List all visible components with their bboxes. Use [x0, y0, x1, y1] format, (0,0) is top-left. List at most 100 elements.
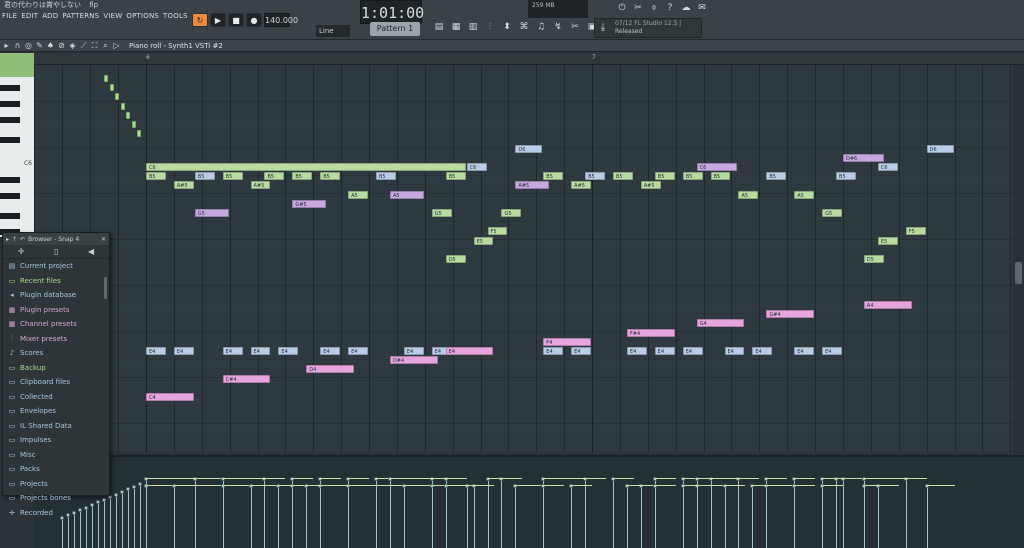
note[interactable]: D6 — [515, 144, 543, 153]
note[interactable]: A4 — [863, 301, 912, 309]
velocity-stem[interactable] — [571, 486, 573, 548]
velocity-handle[interactable] — [126, 487, 130, 492]
velocity-stem[interactable] — [68, 515, 69, 548]
pattern-selector[interactable]: Pattern 1 — [370, 22, 420, 36]
velocity-stem[interactable] — [466, 486, 468, 548]
velocity-stem[interactable] — [752, 486, 754, 548]
velocity-stem[interactable] — [487, 479, 489, 548]
velocity-stem[interactable] — [140, 484, 141, 548]
slide-note[interactable] — [104, 75, 108, 82]
brush-icon[interactable]: ♠ — [46, 41, 55, 50]
snap-selector[interactable]: Line — [316, 25, 350, 37]
browser-item[interactable]: ▭ Impulses — [3, 433, 109, 448]
playback-icon[interactable]: ▷ — [112, 41, 121, 50]
slide-note[interactable] — [137, 130, 141, 138]
slide-note[interactable] — [115, 93, 119, 101]
note[interactable]: B5 — [836, 172, 856, 181]
velocity-stem[interactable] — [473, 486, 475, 548]
note[interactable]: E4 — [822, 347, 842, 355]
scrollbar-thumb[interactable] — [1015, 262, 1022, 284]
black-key[interactable] — [0, 137, 20, 143]
stop-button[interactable]: ■ — [228, 13, 244, 27]
velocity-stem[interactable] — [515, 486, 517, 548]
velocity-stem[interactable] — [222, 479, 224, 548]
note[interactable]: C6 — [696, 163, 738, 171]
velocity-stem[interactable] — [501, 479, 503, 548]
slice-icon[interactable]: ⟋ — [79, 41, 88, 50]
plugin-picker-icon[interactable]: ⬍ — [500, 20, 514, 34]
black-key[interactable] — [0, 85, 20, 91]
browser-item[interactable]: ▭ Misc — [3, 448, 109, 463]
cut-icon[interactable]: ✂ — [632, 2, 644, 14]
note[interactable]: G5 — [431, 209, 452, 217]
power-icon[interactable]: ⏻ — [616, 2, 628, 14]
velocity-stem[interactable] — [431, 486, 433, 548]
download-icon[interactable]: ⤓ — [595, 19, 611, 37]
chat-icon[interactable]: ✉ — [696, 2, 708, 14]
browser-item[interactable]: ▭ Collected — [3, 390, 109, 405]
velocity-stem[interactable] — [250, 486, 252, 548]
note[interactable]: D5 — [445, 255, 466, 263]
note[interactable]: B5 — [146, 172, 166, 181]
cloud-icon[interactable]: ☁ — [680, 2, 692, 14]
browser-item[interactable]: ▭ Envelopes — [3, 404, 109, 419]
note[interactable]: G#4 — [766, 310, 815, 319]
up-icon[interactable]: ↑ — [12, 236, 17, 243]
zoom-icon[interactable]: ⌕ — [101, 41, 110, 50]
note[interactable]: A#5 — [571, 181, 592, 190]
playlist-icon[interactable]: ▤ — [432, 20, 446, 34]
velocity-handle[interactable] — [138, 482, 142, 487]
timeline-ruler[interactable]: 6 7 — [34, 53, 1024, 65]
velocity-stem[interactable] — [654, 486, 656, 548]
browser-scrollbar[interactable] — [104, 277, 107, 299]
velocity-stem[interactable] — [445, 486, 447, 548]
browser-item[interactable]: ▭ Backup — [3, 361, 109, 376]
note[interactable]: D6 — [926, 144, 954, 153]
velocity-stem[interactable] — [724, 486, 726, 548]
piano-keyboard[interactable]: C6 — [0, 77, 34, 237]
collapse-icon[interactable]: ✛ — [18, 247, 25, 256]
note[interactable]: E4 — [752, 347, 773, 355]
browser-item[interactable]: ✛ Recorded — [3, 506, 109, 521]
tempo-display[interactable]: 140.000 — [264, 13, 298, 27]
song-pattern-toggle[interactable]: ↻ — [192, 13, 208, 27]
note[interactable]: B5 — [320, 172, 341, 181]
audio-icon[interactable]: ↯ — [551, 20, 565, 34]
velocity-stem[interactable] — [389, 479, 391, 548]
black-key[interactable] — [0, 117, 20, 123]
speaker-icon[interactable]: ◀ — [88, 247, 94, 256]
note[interactable]: E4 — [320, 347, 341, 355]
note[interactable]: E4 — [626, 347, 647, 355]
back-icon[interactable]: ↶ — [20, 236, 25, 243]
velocity-stem[interactable] — [585, 479, 587, 548]
close-icon[interactable]: ✕ — [101, 236, 106, 243]
browser-item[interactable]: ▭ Projects — [3, 477, 109, 492]
note[interactable]: E4 — [724, 347, 745, 355]
note[interactable]: B5 — [445, 172, 466, 181]
note[interactable]: F5 — [905, 227, 926, 236]
browser-item[interactable]: ▭ Recent files — [3, 274, 109, 289]
velocity-stem[interactable] — [766, 486, 768, 548]
menu-tools[interactable]: TOOLS — [161, 10, 190, 22]
note[interactable]: C6 — [146, 163, 466, 171]
velocity-stem[interactable] — [116, 494, 117, 548]
note[interactable]: B5 — [264, 172, 285, 181]
plugin-db-icon[interactable]: ♫ — [534, 20, 548, 34]
select-icon[interactable]: ⛶ — [90, 41, 99, 50]
browser-item[interactable]: ▭ Clipboard files — [3, 375, 109, 390]
note[interactable]: B5 — [710, 172, 731, 181]
velocity-stem[interactable] — [146, 479, 147, 548]
velocity-stem[interactable] — [794, 486, 796, 548]
browser-item[interactable]: ▦ Plugin presets — [3, 303, 109, 318]
note[interactable]: E5 — [473, 236, 494, 245]
black-key[interactable] — [0, 193, 20, 199]
note[interactable]: E4 — [278, 347, 299, 355]
note[interactable]: A5 — [738, 190, 759, 199]
velocity-handle[interactable] — [132, 484, 136, 489]
menu-edit[interactable]: EDIT — [19, 10, 40, 22]
velocity-stem[interactable] — [348, 486, 350, 548]
menu-view[interactable]: VIEW — [101, 10, 124, 22]
velocity-stem[interactable] — [110, 497, 111, 548]
velocity-stem[interactable] — [543, 486, 545, 548]
pencil-icon[interactable]: ✎ — [35, 41, 44, 50]
